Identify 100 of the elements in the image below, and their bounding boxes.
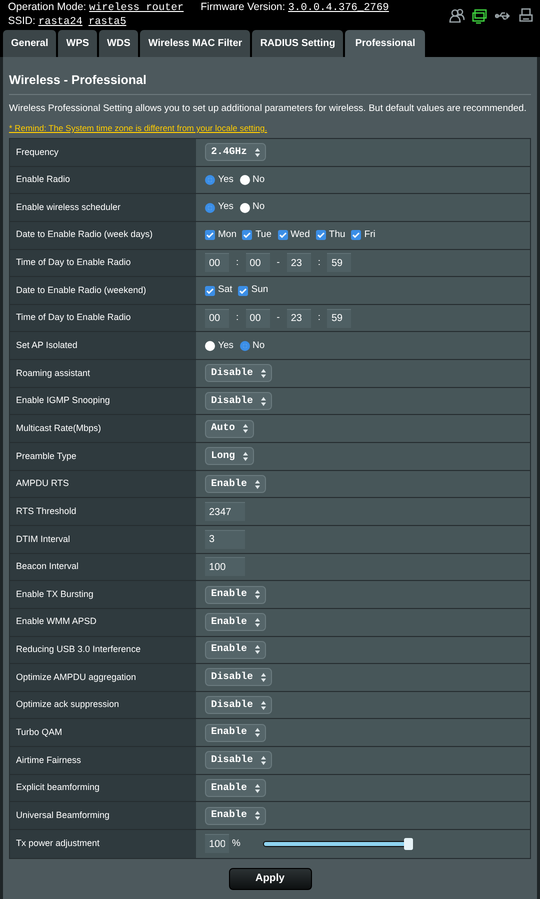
radio-button[interactable] [240, 174, 250, 185]
separator-text: : [318, 256, 320, 270]
option-label: Mon [218, 228, 236, 242]
separator-text: - [276, 256, 280, 270]
time-field[interactable]: 23 [286, 308, 311, 328]
printer-icon[interactable] [518, 8, 534, 24]
setting-label: Optimize ack suppression [10, 692, 196, 718]
text-field[interactable]: 2347 [205, 502, 245, 522]
select-field[interactable]: Auto [205, 420, 254, 438]
option-label: No [252, 338, 265, 353]
option-label: Yes [218, 172, 234, 187]
checkbox[interactable] [205, 230, 215, 240]
setting-label: Frequency [10, 139, 196, 166]
setting-label: Time of Day to Enable Radio [10, 304, 196, 332]
ssid-link[interactable]: rasta5 [88, 16, 126, 28]
select-field[interactable]: Enable [205, 724, 266, 742]
setting-label: Preamble Type [10, 443, 196, 470]
caret-icon [243, 452, 248, 461]
select-field[interactable]: 2.4GHz [205, 143, 266, 162]
setting-label: Date to Enable Radio (weekend) [10, 277, 196, 304]
apply-button[interactable]: Apply [228, 868, 312, 890]
unit-text: % [232, 836, 240, 851]
ssid-link[interactable]: rasta24 [38, 16, 82, 28]
checkbox[interactable] [242, 230, 252, 240]
people-icon[interactable] [449, 8, 465, 24]
caret-icon [255, 148, 260, 157]
setting-label: Enable IGMP Snooping [10, 388, 196, 414]
time-field[interactable]: 00 [205, 308, 229, 328]
radio-button[interactable] [205, 174, 215, 185]
tab[interactable]: RADIUS Setting [252, 30, 344, 57]
time-field[interactable]: 59 [327, 253, 352, 272]
checkbox[interactable] [316, 230, 326, 240]
select-field[interactable]: Disable [205, 751, 272, 770]
select-field[interactable]: Enable [205, 613, 266, 632]
remind-link[interactable]: * Remind: The System time zone is different from your locale setting. [9, 123, 531, 134]
caret-icon [261, 672, 266, 682]
caret-icon [255, 618, 260, 627]
panel-title: Wireless - Professional [9, 73, 148, 88]
select-field[interactable]: Enable [205, 475, 266, 493]
caret-icon [255, 728, 260, 738]
radio-button[interactable] [240, 202, 250, 213]
setting-label: Reducing USB 3.0 Interference [10, 636, 196, 664]
setting-label: Enable wireless scheduler [10, 194, 196, 221]
tab[interactable]: WDS [99, 30, 138, 57]
text-field[interactable]: 3 [205, 530, 245, 549]
firmware-label: Firmware Version: [200, 1, 286, 13]
setting-label: DTIM Interval [10, 526, 196, 553]
select-field[interactable]: Enable [205, 779, 266, 798]
setting-label: Enable TX Bursting [10, 581, 196, 608]
description-text: Wireless Professional Setting allows you to set up additional parameters for wireless. But default values are recommended. [9, 103, 528, 115]
tab[interactable]: Wireless MAC Filter [140, 30, 250, 57]
setting-label: Roaming assistant [10, 360, 196, 387]
text-field[interactable]: 100 [205, 557, 245, 576]
select-field[interactable]: Disable [205, 668, 272, 686]
select-field[interactable]: Enable [205, 640, 266, 659]
checkbox[interactable] [205, 286, 215, 296]
select-field[interactable]: Disable [205, 392, 272, 410]
time-field[interactable]: 00 [246, 308, 270, 328]
setting-label: Enable WMM APSD [10, 608, 196, 636]
separator-text: : [318, 311, 320, 326]
caret-icon [255, 811, 260, 820]
separator-text: : [236, 256, 239, 270]
time-field[interactable]: 00 [205, 253, 229, 272]
time-field[interactable]: 23 [286, 253, 311, 272]
setting-label: Time of Day to Enable Radio [10, 250, 196, 276]
time-field[interactable]: 00 [246, 253, 270, 272]
setting-label: Multicast Rate(Mbps) [10, 415, 196, 442]
firmware-link[interactable]: 3.0.0.4.376_2769 [288, 2, 389, 14]
setting-label: Explicit beamforming [10, 774, 196, 802]
select-field[interactable]: Disable [205, 364, 272, 382]
power-field[interactable]: 100 [205, 834, 229, 854]
setting-label: RTS Threshold [10, 498, 196, 525]
tab[interactable]: General [3, 30, 56, 57]
caret-icon [255, 480, 260, 488]
select-field[interactable]: Disable [205, 696, 272, 714]
caret-icon [255, 645, 260, 654]
setting-label: Turbo QAM [10, 719, 196, 746]
caret-icon [261, 368, 266, 378]
mode-link[interactable]: wireless router [89, 2, 184, 14]
checkbox[interactable] [278, 230, 288, 240]
time-field[interactable]: 59 [327, 308, 352, 328]
radio-button[interactable] [240, 340, 250, 351]
caret-icon [261, 700, 266, 710]
option-label: Yes [218, 200, 234, 214]
select-field[interactable]: Long [205, 447, 254, 466]
radio-button[interactable] [205, 202, 215, 213]
select-field[interactable]: Enable [205, 586, 266, 604]
setting-label: Set AP Isolated [10, 332, 196, 360]
checkbox[interactable] [238, 286, 248, 296]
monitor-icon[interactable] [472, 8, 488, 24]
option-label: Wed [290, 228, 310, 242]
caret-icon [243, 424, 248, 434]
tab[interactable]: WPS [58, 30, 98, 57]
setting-label: Universal Beamforming [10, 802, 196, 830]
option-label: Tue [255, 228, 272, 242]
checkbox[interactable] [351, 230, 362, 240]
radio-button[interactable] [205, 340, 215, 351]
select-field[interactable]: Enable [205, 806, 266, 825]
tab[interactable]: Professional [345, 30, 426, 57]
setting-label: Beacon Interval [10, 554, 196, 580]
